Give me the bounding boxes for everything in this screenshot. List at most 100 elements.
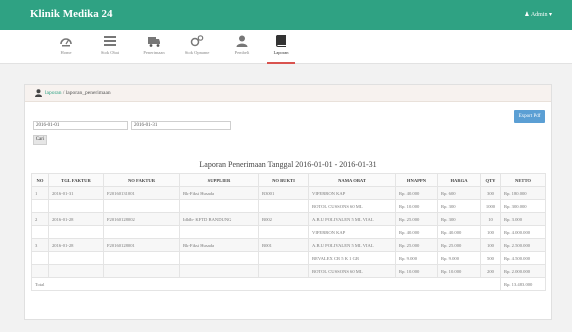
table-cell [103, 264, 180, 278]
table-cell: Rp. 25.000 [395, 238, 438, 252]
table-row: BOTOL CUSSONS 60 ML Rp. 10.000 Rp. 10.00… [31, 264, 546, 278]
table-cell: Rp. 300 [437, 199, 481, 213]
table-cell: Bk-Fiksi Husada [179, 186, 259, 200]
nav-item-laporan[interactable]: Laporan [267, 30, 295, 64]
table-cell: BOTOL CUSSONS 60 ML [308, 199, 396, 213]
table-cell [179, 251, 259, 265]
nav-item-pembeli[interactable]: Pembeli [229, 30, 255, 64]
book-icon [276, 35, 286, 47]
table-row: 1 2016-01-31 F20160131001 Bk-Fiksi Husad… [31, 186, 546, 200]
table-cell [48, 264, 104, 278]
report-panel: laporan / laporan_penerimaan Export Pdf … [24, 84, 552, 320]
main-nav: Home Stok Obat Penerimaan Stok Opname Pe… [0, 30, 572, 64]
user-menu[interactable]: ♟ Admin ▾ [524, 11, 552, 18]
table-cell: 2 [31, 212, 49, 226]
column-header: HNAPPN [395, 173, 438, 187]
table-cell: Rp. 4.000.000 [500, 225, 546, 239]
table-cell [258, 264, 309, 278]
total-label: Total [31, 277, 501, 291]
table-cell [179, 199, 259, 213]
table-cell: Rp. 10.000 [395, 199, 438, 213]
nav-label: Home [60, 50, 72, 55]
table-cell: 1000 [480, 199, 501, 213]
list-icon [104, 36, 116, 46]
table-cell: Rp. 300 [437, 212, 481, 226]
column-header: SUPPLIER [179, 173, 259, 187]
user-icon [236, 35, 248, 47]
table-cell [103, 225, 180, 239]
table-cell: 2016-01-31 [48, 186, 104, 200]
table-cell: Rp. 3.000 [500, 212, 546, 226]
nav-item-stok-opname[interactable]: Stok Opname [180, 30, 214, 64]
table-row: VIFERRON KAP Rp. 40.000 Rp. 40.000 100 R… [31, 225, 546, 239]
total-row: Total Rp. 13.483.000 [31, 277, 546, 291]
export-pdf-button[interactable]: Export Pdf [514, 110, 545, 123]
end-date-field[interactable]: 2016-01-31 [131, 121, 231, 130]
column-header: NETTO [500, 173, 546, 187]
panel-header: laporan / laporan_penerimaan [25, 85, 551, 102]
column-header: QTY [480, 173, 501, 187]
table-cell: Rp. 300.000 [500, 199, 546, 213]
truck-icon [148, 37, 160, 47]
table-cell: VIFERRON KAP [308, 225, 396, 239]
search-button[interactable]: Cari [33, 135, 47, 145]
table-cell: Rp. 25.000 [395, 212, 438, 226]
table-cell [48, 251, 104, 265]
user-name: Admin [530, 12, 548, 18]
nav-label: Penerimaan [143, 50, 165, 55]
table-cell: 300 [480, 186, 501, 200]
total-value: Rp. 13.483.000 [500, 277, 546, 291]
table-cell [258, 251, 309, 265]
column-header: NO [31, 173, 49, 187]
table-cell: 100 [480, 225, 501, 239]
table-cell: Rp. 600 [437, 186, 481, 200]
table-header-row: NO TGL FAKTUR NO FAKTUR SUPPLIER NO BUKT… [31, 173, 546, 187]
table-cell: Rp. 10.000 [437, 264, 481, 278]
table-cell: 3 [31, 238, 49, 252]
column-header: NAMA OBAT [308, 173, 396, 187]
table-cell: B002 [258, 212, 309, 226]
table-cell: Rp. 10.000 [395, 264, 438, 278]
table-row: 3 2016-01-28 F20160128001 Bk-Fiksi Husad… [31, 238, 546, 252]
column-header: NO FAKTUR [103, 173, 180, 187]
caret-down-icon: ▾ [548, 12, 552, 18]
table-cell: A.B.U POLIVALEN 5 ML VIAL [308, 238, 396, 252]
table-cell: 1 [31, 186, 49, 200]
nav-item-penerimaan[interactable]: Penerimaan [138, 30, 170, 64]
nav-label: Stok Obat [100, 50, 120, 55]
nav-item-home[interactable]: Home [52, 30, 80, 64]
table-row: BEVALEX CR 5 K 1 GR Rp. 9.000 Rp. 9.000 … [31, 251, 546, 265]
table-cell [179, 264, 259, 278]
table-cell [258, 199, 309, 213]
start-date-field[interactable]: 2016-01-01 [33, 121, 128, 130]
table-cell [103, 251, 180, 265]
table-cell: 2016-01-28 [48, 238, 104, 252]
table-cell [31, 264, 49, 278]
column-header: NO BUKTI [258, 173, 309, 187]
table-cell: F20160131001 [103, 186, 180, 200]
nav-label: Pembeli [234, 50, 250, 55]
table-cell: F20160128002 [103, 212, 180, 226]
table-cell: Rp. 9.000 [437, 251, 481, 265]
table-row: 2 2016-01-28 F20160128002 Idldb- KFTD BA… [31, 212, 546, 226]
breadcrumb-link[interactable]: laporan [45, 90, 62, 96]
table-cell: BOTOL CUSSONS 60 ML [308, 264, 396, 278]
table-cell: 500 [480, 251, 501, 265]
gears-icon [190, 35, 204, 47]
table-cell: Rp. 25.000 [437, 238, 481, 252]
nav-item-stok-obat[interactable]: Stok Obat [95, 30, 125, 64]
breadcrumb-current: laporan_penerimaan [65, 90, 111, 96]
table-cell [258, 225, 309, 239]
table-cell [103, 199, 180, 213]
app-title[interactable]: Klinik Medika 24 [30, 8, 113, 20]
table-cell: Rp. 40.000 [395, 225, 438, 239]
table-cell: Rp. 40.000 [437, 225, 481, 239]
table-cell [31, 225, 49, 239]
table-cell: B001 [258, 238, 309, 252]
table-cell [48, 225, 104, 239]
table-cell: Rp. 2.500.000 [500, 238, 546, 252]
top-bar: Klinik Medika 24 ♟ Admin ▾ [0, 0, 572, 30]
table-cell: Rp. 180.000 [500, 186, 546, 200]
breadcrumb: laporan / laporan_penerimaan [45, 90, 111, 96]
table-cell [179, 225, 259, 239]
